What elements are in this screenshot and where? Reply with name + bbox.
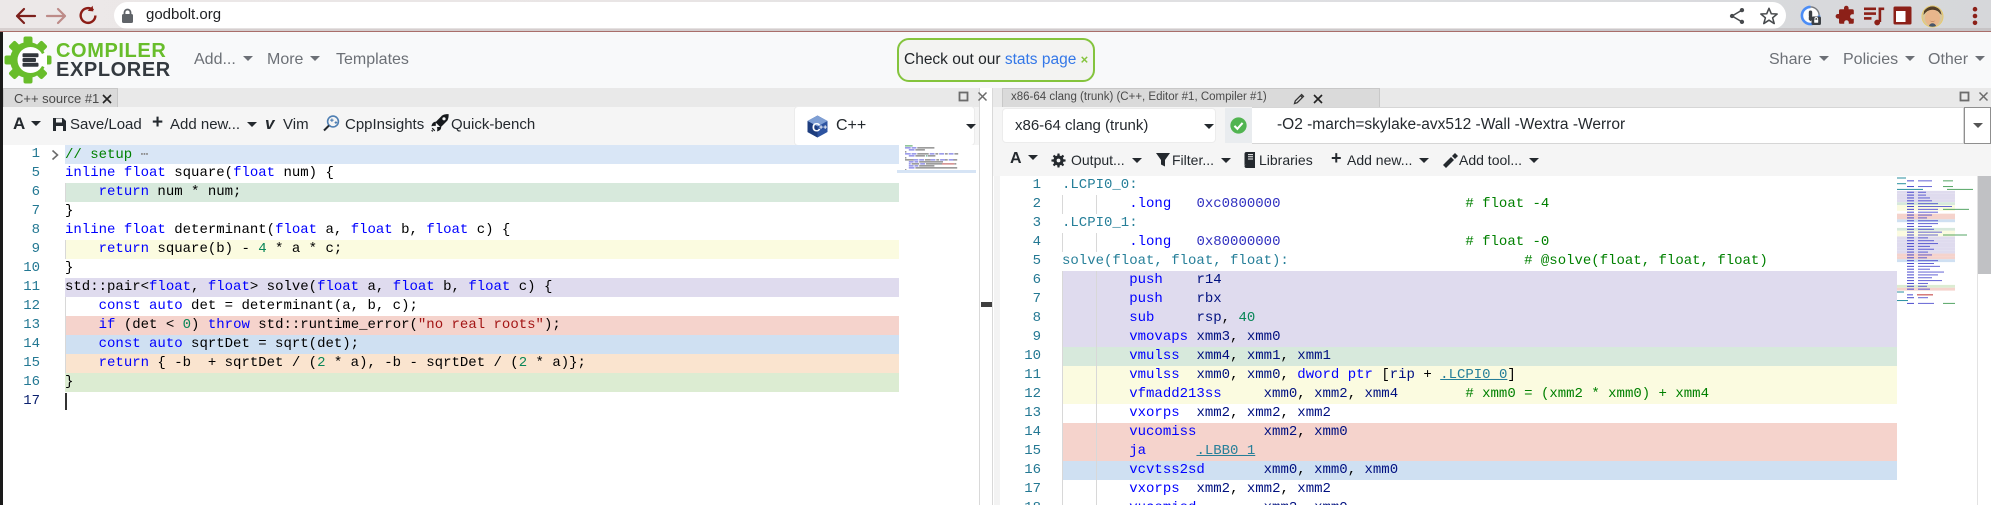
svg-text:++: ++ bbox=[819, 125, 827, 132]
